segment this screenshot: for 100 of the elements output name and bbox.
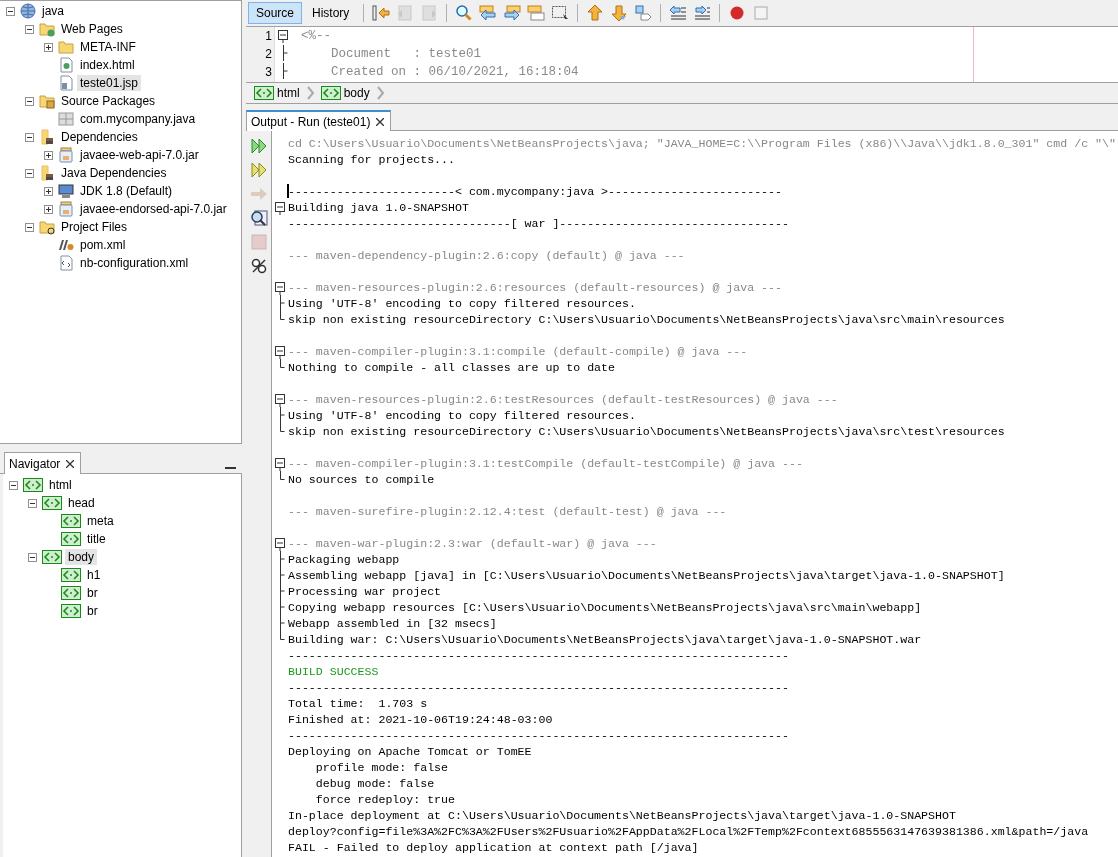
tree-item[interactable]: Java Dependencies [58, 165, 170, 181]
run-options-icon [249, 161, 268, 179]
arrow-right-icon [503, 4, 522, 22]
tree-item[interactable]: com.mycompany.java [77, 111, 199, 127]
tree-item[interactable]: Project Files [58, 219, 131, 235]
console-line: FAIL - Failed to deploy application at context path [/java] [288, 840, 699, 854]
expand-toggle[interactable] [44, 204, 53, 214]
chevron-icon [375, 85, 385, 101]
tree-item[interactable]: Dependencies [58, 129, 141, 145]
fold-toggle[interactable] [275, 199, 285, 215]
console-line: --- maven-resources-plugin:2.6:resources (default-resources) @ java --- [288, 280, 782, 294]
console-line: --- maven-war-plugin:2.3:war (default-war) @ java --- [288, 536, 657, 550]
navigator-tab[interactable]: Navigator [4, 452, 82, 474]
breadcrumb[interactable]: body [320, 86, 370, 100]
console-line: --- maven-compiler-plugin:3.1:testCompile (default-testCompile) @ java --- [288, 456, 803, 470]
tree-item[interactable]: javaee-endorsed-api-7.0.jar [77, 201, 230, 217]
close-icon[interactable] [376, 117, 385, 126]
highlight-icon [527, 4, 546, 22]
globe-icon [20, 3, 36, 19]
collapse-toggle[interactable] [25, 168, 34, 178]
expand-toggle[interactable] [44, 150, 53, 160]
package-icon [58, 111, 74, 127]
jar-icon [58, 201, 74, 217]
tree-item[interactable]: pom.xml [77, 237, 129, 253]
folder-globe-icon [39, 21, 55, 37]
maven-file-icon [58, 237, 74, 253]
console-line: ------------------------------------------------------------------------ [288, 728, 789, 742]
console-line: --- maven-dependency-plugin:2.6:copy (default) @ java --- [288, 248, 685, 262]
view-tab[interactable]: History [304, 2, 358, 24]
collapse-toggle[interactable] [25, 222, 34, 232]
console-line: skip non existing resourceDirectory C:\Users\Usuario\Documents\NetBeansProjects\java\src\test\resources [288, 424, 1005, 438]
expand-toggle[interactable] [44, 42, 53, 52]
tag-icon [61, 586, 81, 600]
tree-item[interactable]: nb-configuration.xml [77, 255, 192, 271]
expand-toggle[interactable] [44, 186, 53, 196]
console-line: ------------------------------------------------------------------------ [288, 680, 789, 694]
inspect-icon [249, 209, 268, 227]
monitor-icon [58, 183, 74, 199]
tree-item[interactable]: index.html [77, 57, 138, 73]
bookmark-up-icon [586, 4, 605, 22]
output-tab[interactable]: Output - Run (teste01) [246, 110, 392, 131]
settings-icon [249, 257, 268, 275]
tree-item[interactable]: br [84, 585, 101, 601]
tree-item[interactable]: title [84, 531, 109, 547]
tree-item[interactable]: Source Packages [58, 93, 159, 109]
collapse-toggle[interactable] [6, 6, 15, 16]
search-icon [455, 4, 474, 22]
fold-toggle[interactable] [278, 27, 288, 43]
tree-item[interactable]: br [84, 603, 101, 619]
toolbar-button[interactable] [370, 2, 393, 24]
tree-item[interactable]: java [39, 3, 67, 19]
console-line: No sources to compile [288, 472, 435, 486]
collapse-toggle[interactable] [25, 132, 34, 142]
tree-item[interactable]: html [46, 477, 75, 493]
tree-item[interactable]: head [65, 495, 98, 511]
fold-toggle[interactable] [275, 343, 285, 359]
collapse-toggle[interactable] [28, 552, 37, 562]
console-line: Nothing to compile - all classes are up to date [288, 360, 615, 374]
bookmark-toggle-icon [634, 4, 653, 22]
breadcrumb[interactable]: html [254, 86, 300, 100]
view-tab[interactable]: Source [248, 2, 303, 24]
collapse-toggle[interactable] [25, 24, 34, 34]
close-icon[interactable] [66, 459, 75, 468]
tree-item[interactable]: meta [84, 513, 117, 529]
console-line: Building war: C:\Users\Usuario\Documents\NetBeansProjects\java\target\java-1.0-SNAPSHOT.war [288, 632, 922, 646]
fold-toggle[interactable] [275, 279, 285, 295]
xml-file-icon [58, 255, 74, 271]
tree-item[interactable]: JDK 1.8 (Default) [77, 183, 176, 199]
console-line: debug mode: false [314, 776, 435, 790]
console-line: Total time: 1.703 s [288, 696, 428, 710]
stop-icon [752, 4, 771, 22]
bookmark-down-icon [610, 4, 629, 22]
collapse-toggle[interactable] [28, 498, 37, 508]
tree-item[interactable]: javaee-web-api-7.0.jar [77, 147, 202, 163]
tree-item[interactable]: body [65, 549, 98, 565]
html-file-icon [58, 57, 74, 73]
console-line: BUILD SUCCESS [288, 664, 379, 678]
console-line: Assembling webapp [java] in [C:\Users\Usuario\Documents\NetBeansProjects\java\target\java-1.0-SNAPSHOT] [288, 568, 1005, 582]
tree-item[interactable]: META-INF [77, 39, 139, 55]
console-line: --- maven-compiler-plugin:3.1:compile (default-compile) @ java --- [288, 344, 748, 358]
tree-item[interactable]: h1 [84, 567, 104, 583]
code-line: <%-- [301, 28, 332, 45]
shift-right-icon [693, 4, 712, 22]
fold-toggle[interactable] [275, 455, 285, 471]
output-action-button[interactable] [248, 207, 269, 229]
tree-item[interactable]: Web Pages [58, 21, 126, 37]
stop-icon [249, 233, 268, 251]
console-line: Using 'UTF-8' encoding to copy filtered resources. [288, 408, 636, 422]
console-line: force redeploy: true [314, 792, 455, 806]
rectangle-select-icon [551, 4, 570, 22]
console-line: Building java 1.0-SNAPSHOT [288, 200, 469, 214]
collapse-toggle[interactable] [25, 96, 34, 106]
back-icon [396, 4, 415, 22]
console-line: Finished at: 2021-10-06T19:24:48-03:00 [288, 712, 553, 726]
fold-toggle[interactable] [275, 535, 285, 551]
tree-item[interactable]: teste01.jsp [77, 75, 142, 91]
collapse-toggle[interactable] [9, 480, 18, 490]
console-line: ------------------------< com.mycompany:java >------------------------- [288, 184, 782, 198]
console-line: Using 'UTF-8' encoding to copy filtered resources. [288, 296, 636, 310]
fold-toggle[interactable] [275, 391, 285, 407]
